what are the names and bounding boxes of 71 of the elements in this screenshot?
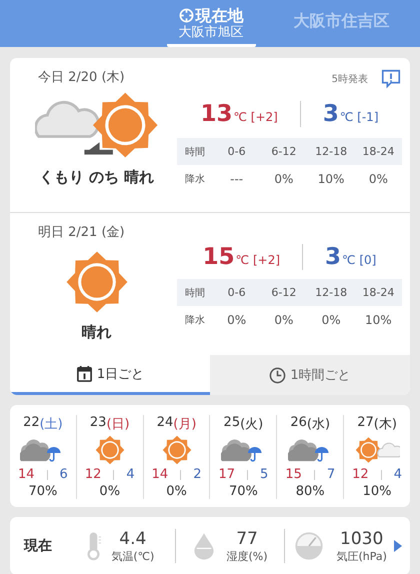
rain-chance: 70% [228,484,258,499]
table-cell-text: 10% [364,312,393,326]
high-temperature: 14 [152,467,168,482]
calendar-icon [76,365,93,382]
current-caption: 気温(℃) [111,548,154,564]
rain-chance: 0% [166,484,187,499]
next-arrow-icon[interactable] [394,540,402,552]
table-cell-text: 6-12 [270,145,298,158]
low-temperature: 7 [326,467,336,482]
current-value: 77 [236,528,258,548]
date-label: 今日 2/20 (木) [38,69,125,87]
day-label: 26(水) [290,415,330,433]
table-cell-text: --- [229,172,244,186]
high-temperature: 15 [285,467,302,482]
table-cell-text: 時間 [184,286,206,300]
issued-time: 5時発表 [332,72,368,86]
table-cell-text: 0-6 [226,286,247,299]
report-icon[interactable] [380,68,402,90]
table-cell-text: 0-6 [226,145,247,158]
table-cell-text: 0% [368,172,389,186]
rain-chance: 10% [362,484,392,499]
table-cell-text: 降水 [184,314,206,326]
high-temperature: 12 [84,467,102,482]
table-cell-text: 12-18 [314,286,348,299]
sun-icon [162,435,192,465]
current-caption: 湿度(%) [226,548,268,564]
day-label: 22(土) [23,415,63,433]
rain-chance: 80% [296,484,325,499]
weather-label: くもり のち 晴れ [38,168,154,187]
high-temperature: 15℃ [+2] [202,244,280,270]
day-label: 25(火) [224,415,264,433]
low-temperature: 2 [193,467,202,482]
table-cell-text: 18-24 [361,145,396,158]
rain-chance: 70% [28,484,58,499]
day-label: 23(日) [90,415,130,433]
current-value: 4.4 [119,528,146,548]
table-cell-text: 0% [226,312,248,326]
sun-cloud-icon [354,435,400,465]
location-tab[interactable]: 現在地 大阪市旭区 [166,0,256,47]
high-temperature: 17 [218,467,236,482]
thermometer-icon [86,530,102,562]
sun-icon [94,435,125,465]
table-cell-text: 10% [316,172,346,186]
location-icon [178,8,194,23]
low-temperature: 6 [60,467,68,482]
current-caption: 気圧(hPa) [336,548,387,564]
low-temperature: 4 [394,467,402,482]
day-label: 27(木) [357,415,397,433]
current-value: 1030 [340,528,384,548]
current-label: 現在 [24,537,53,555]
low-temperature: 5 [260,467,268,482]
table-cell-text: 12-18 [314,145,348,158]
table-cell-text: 降水 [184,172,206,186]
clock-icon [269,366,286,384]
low-temperature: 4 [126,467,135,482]
day-label: 24(月) [156,415,196,433]
low-temperature: 3℃ [-1] [322,101,378,127]
table-cell-text: 0% [320,312,342,326]
view-tab[interactable]: 1時間ごと [210,355,410,395]
table-cell-text: 6-12 [270,286,298,299]
date-label: 明日 2/21 (金) [38,224,125,242]
table-cell-text: 0% [273,172,294,186]
high-temperature: 13℃ [+2] [200,101,278,127]
table-cell-text: 18-24 [361,286,396,299]
high-temperature: 14 [18,467,35,482]
weather-label: 晴れ [82,323,112,342]
low-temperature: 3℃ [0] [325,244,376,270]
table-cell-text: 時間 [184,146,206,158]
table-cell-text: 0% [273,312,294,326]
rain-chance: 0% [99,484,120,499]
high-temperature: 12 [352,467,369,482]
